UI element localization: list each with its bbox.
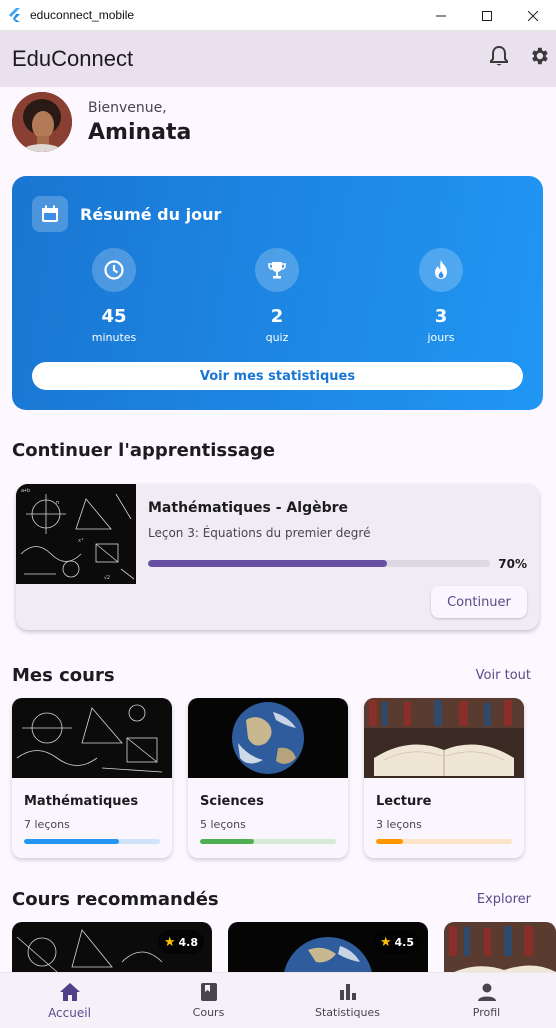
svg-text:x²: x² [78, 538, 84, 544]
stat-days: 3 jours [386, 248, 496, 344]
rating-value: 4.8 [178, 935, 199, 949]
course-progress-bar [200, 839, 336, 844]
flame-icon [419, 248, 463, 292]
course-name: Mathématiques [24, 794, 139, 809]
continue-lesson: Leçon 3: Équations du premier degré [148, 526, 371, 540]
course-progress-fill [200, 839, 255, 844]
course-progress-fill [376, 839, 404, 844]
home-icon [59, 982, 80, 1001]
close-button[interactable] [510, 0, 556, 31]
continue-course-title: Mathématiques - Algèbre [148, 500, 349, 516]
app-title: EduConnect [12, 46, 134, 71]
rating-badge: ★ 4.8 [157, 930, 204, 954]
nav-home-label: Accueil [48, 1005, 91, 1020]
course-lessons: 5 leçons [200, 818, 246, 831]
stat-quiz: 2 quiz [222, 248, 332, 344]
course-progress-bar [24, 839, 160, 844]
math-course-image [12, 698, 172, 778]
nav-courses-label: Cours [192, 1006, 225, 1019]
nav-statistics[interactable]: Statistiques [278, 973, 417, 1028]
user-name: Aminata [88, 119, 192, 145]
app-bar: EduConnect [0, 31, 556, 87]
calendar-icon [32, 196, 68, 232]
course-progress-bar [376, 839, 512, 844]
star-icon: ★ [379, 934, 392, 950]
summary-title: Résumé du jour [80, 204, 222, 224]
maximize-icon [482, 10, 492, 21]
nav-profile[interactable]: Profil [417, 973, 556, 1028]
course-lessons: 3 leçons [376, 818, 422, 831]
stat-minutes-value: 45 [101, 306, 127, 327]
continue-course-card[interactable]: a+b x² √2 π Mathématiques - Algèbre Leçon 3… [16, 484, 539, 630]
bell-icon[interactable] [488, 45, 510, 67]
flutter-logo-icon [9, 8, 20, 22]
window-titlebar: educonnect_mobile [0, 0, 556, 31]
svg-text:√2: √2 [104, 575, 110, 581]
explore-link[interactable]: Explorer [477, 892, 531, 907]
nav-home[interactable]: Accueil [0, 973, 139, 1028]
avatar[interactable] [12, 92, 72, 152]
course-card-sciences[interactable]: Sciences 5 leçons [188, 698, 348, 858]
book-course-image [364, 698, 524, 778]
course-card-math[interactable]: Mathématiques 7 leçons [12, 698, 172, 858]
course-lessons: 7 leçons [24, 818, 70, 831]
close-icon [528, 10, 538, 21]
stat-days-label: jours [427, 331, 455, 344]
stat-minutes: 45 minutes [59, 248, 169, 344]
stat-days-value: 3 [434, 306, 448, 327]
course-progress-fill [24, 839, 120, 844]
stat-quiz-value: 2 [270, 306, 284, 327]
trophy-icon [255, 248, 299, 292]
bar-chart-icon [339, 984, 356, 1000]
gear-icon[interactable] [528, 45, 550, 67]
nav-profile-label: Profil [472, 1006, 501, 1019]
nav-courses[interactable]: Cours [139, 973, 278, 1028]
continue-progress-fill [148, 560, 388, 567]
rating-badge: ★ 4.5 [373, 930, 420, 954]
minimize-icon [436, 15, 446, 16]
see-all-link[interactable]: Voir tout [476, 668, 531, 683]
rating-value: 4.5 [394, 935, 415, 949]
course-name: Lecture [376, 794, 432, 809]
window-title: educonnect_mobile [30, 8, 135, 22]
stat-minutes-label: minutes [91, 331, 137, 344]
bottom-navigation: Accueil Cours Statistiques Profil [0, 972, 556, 1028]
continue-progress-label: 70% [498, 557, 527, 571]
math-thumbnail: a+b x² √2 π [16, 484, 136, 584]
welcome-text: Bienvenue, [88, 99, 167, 116]
earth-course-image [188, 698, 348, 778]
book-icon [200, 983, 217, 1001]
daily-summary-card: Résumé du jour 45 minutes 2 quiz 3 jours… [12, 176, 543, 410]
svg-text:π: π [56, 500, 59, 506]
view-statistics-button[interactable]: Voir mes statistiques [32, 362, 523, 390]
maximize-button[interactable] [464, 0, 510, 31]
continue-button[interactable]: Continuer [431, 586, 527, 618]
stat-quiz-label: quiz [265, 331, 289, 344]
person-icon [477, 983, 496, 1001]
continue-section-title: Continuer l'apprentissage [12, 440, 276, 461]
svg-text:a+b: a+b [21, 488, 30, 494]
continue-progress-bar [148, 560, 490, 567]
star-icon: ★ [163, 934, 176, 950]
clock-icon [92, 248, 136, 292]
greeting: Bienvenue, Aminata [12, 92, 191, 152]
minimize-button[interactable] [418, 0, 464, 31]
my-courses-title: Mes cours [12, 665, 115, 686]
recommended-title: Cours recommandés [12, 889, 219, 910]
course-name: Sciences [200, 794, 264, 809]
nav-statistics-label: Statistiques [315, 1006, 380, 1019]
course-card-reading[interactable]: Lecture 3 leçons [364, 698, 524, 858]
